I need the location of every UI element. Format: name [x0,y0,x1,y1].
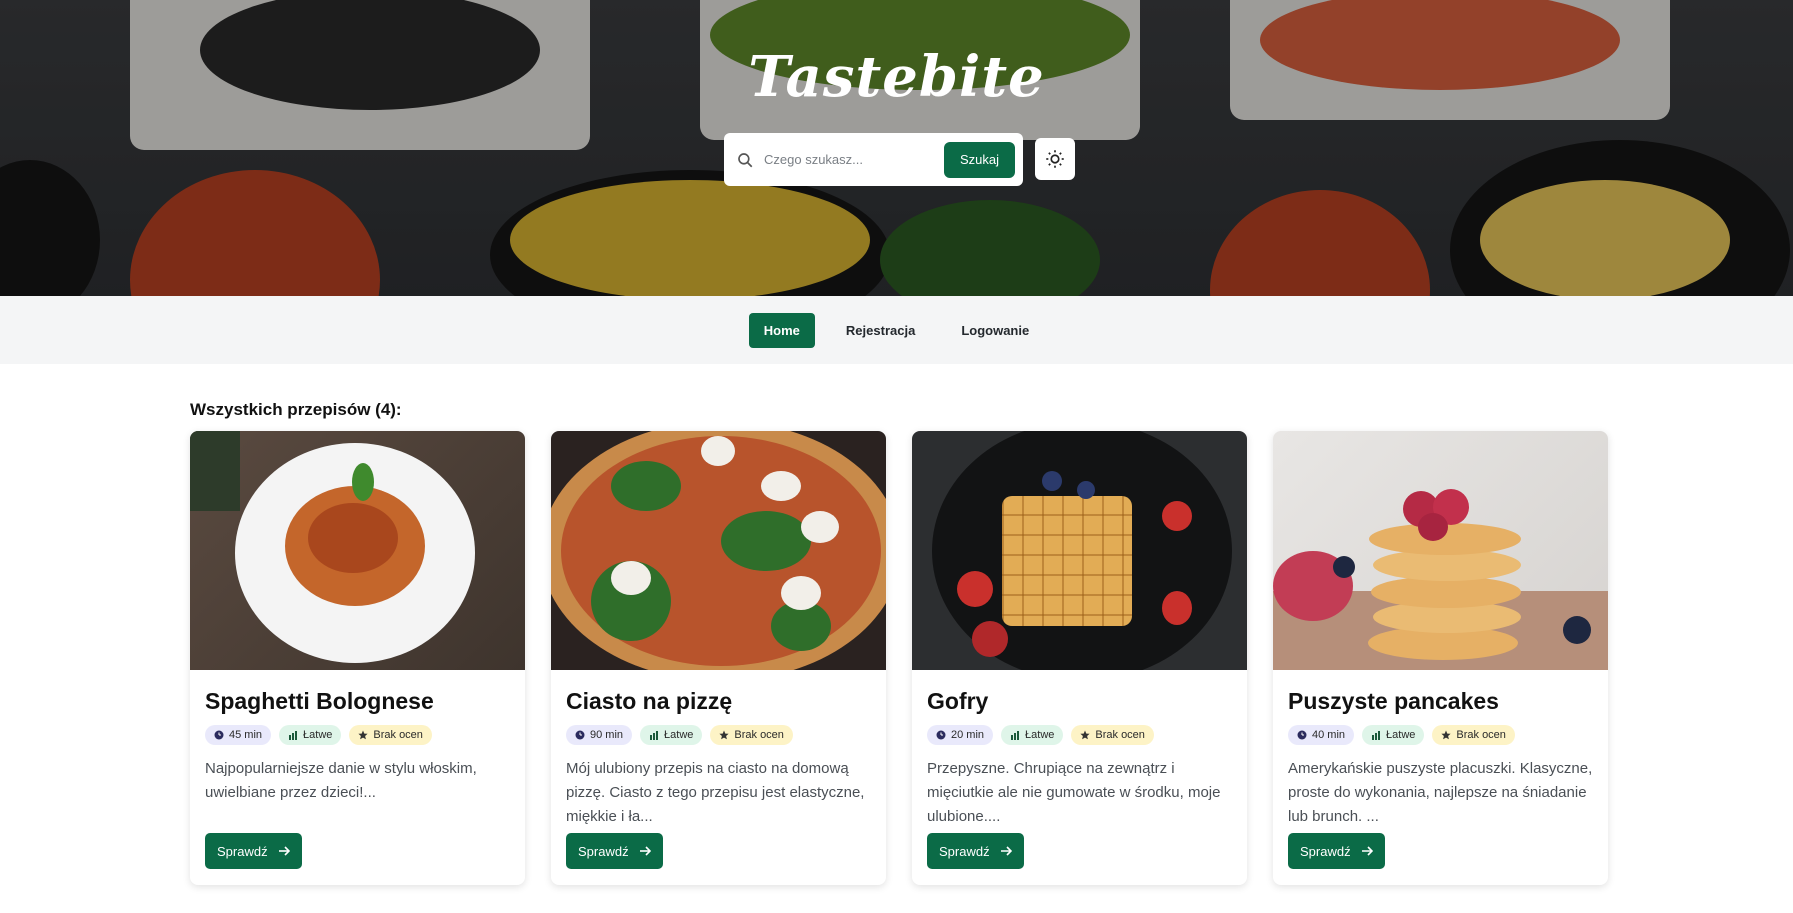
difficulty-badge: Łatwe [1362,725,1425,745]
arrow-right-icon [278,846,290,856]
star-icon [358,730,368,740]
bar-chart-icon [289,731,298,740]
difficulty-badge: Łatwe [279,725,342,745]
nav-home[interactable]: Home [748,312,815,348]
recipe-description: Mój ulubiony przepis na ciasto na domową… [566,760,865,825]
recipe-card: Ciasto na pizzę 90 min Łatwe Brak ocen M… [551,431,886,885]
arrow-right-icon [1000,846,1012,856]
star-icon [719,730,729,740]
search-input[interactable] [764,152,944,167]
clock-icon [936,730,946,740]
star-icon [1441,730,1451,740]
bar-chart-icon [650,731,659,740]
recipe-card: Spaghetti Bolognese 45 min Łatwe Brak oc… [190,431,525,885]
star-icon [1080,730,1090,740]
arrow-right-icon [1361,846,1373,856]
hero-banner: Tastebite Szukaj [0,0,1793,296]
recipe-description: Przepyszne. Chrupiące na zewnątrz i mięc… [927,760,1221,825]
recipe-description: Amerykańskie puszyste placuszki. Klasycz… [1288,760,1593,825]
sun-icon [1046,150,1064,168]
recipe-image[interactable] [912,431,1247,670]
time-badge: 45 min [205,725,272,745]
nav-login[interactable]: Logowanie [946,313,1044,348]
arrow-right-icon [639,846,651,856]
recipe-title[interactable]: Puszyste pancakes [1288,688,1593,715]
nav-register[interactable]: Rejestracja [831,313,930,348]
view-recipe-button[interactable]: Sprawdź [566,833,663,869]
recipe-description: Najpopularniejsze danie w stylu włoskim,… [205,760,477,801]
theme-toggle-button[interactable] [1035,138,1075,180]
recipes-count-heading: Wszystkich przepisów (4): [190,400,402,419]
rating-badge: Brak ocen [1432,725,1515,745]
recipe-grid: Spaghetti Bolognese 45 min Łatwe Brak oc… [190,431,1608,885]
recipe-title[interactable]: Gofry [927,688,1232,715]
recipe-image[interactable] [1273,431,1608,670]
recipe-image[interactable] [190,431,525,670]
difficulty-badge: Łatwe [1001,725,1064,745]
recipe-badges: 90 min Łatwe Brak ocen [566,725,871,745]
time-badge: 90 min [566,725,633,745]
rating-badge: Brak ocen [710,725,793,745]
bar-chart-icon [1011,731,1020,740]
recipe-card: Puszyste pancakes 40 min Łatwe Brak ocen… [1273,431,1608,885]
view-recipe-button[interactable]: Sprawdź [1288,833,1385,869]
view-recipe-button[interactable]: Sprawdź [927,833,1024,869]
recipe-badges: 40 min Łatwe Brak ocen [1288,725,1593,745]
main-nav: Home Rejestracja Logowanie [0,296,1793,364]
recipe-badges: 45 min Łatwe Brak ocen [205,725,510,745]
search-button[interactable]: Szukaj [943,141,1015,178]
recipe-title[interactable]: Spaghetti Bolognese [205,688,510,715]
view-recipe-button[interactable]: Sprawdź [205,833,302,869]
site-logo[interactable]: Tastebite [0,44,1793,110]
search-bar: Szukaj [724,133,1023,186]
difficulty-badge: Łatwe [640,725,703,745]
recipe-image[interactable] [551,431,886,670]
clock-icon [1297,730,1307,740]
recipe-card: Gofry 20 min Łatwe Brak ocen Przepyszne.… [912,431,1247,885]
time-badge: 40 min [1288,725,1355,745]
clock-icon [214,730,224,740]
recipe-title[interactable]: Ciasto na pizzę [566,688,871,715]
rating-badge: Brak ocen [1071,725,1154,745]
rating-badge: Brak ocen [349,725,432,745]
bar-chart-icon [1372,731,1381,740]
search-icon [738,152,753,167]
recipe-badges: 20 min Łatwe Brak ocen [927,725,1232,745]
time-badge: 20 min [927,725,994,745]
clock-icon [575,730,585,740]
